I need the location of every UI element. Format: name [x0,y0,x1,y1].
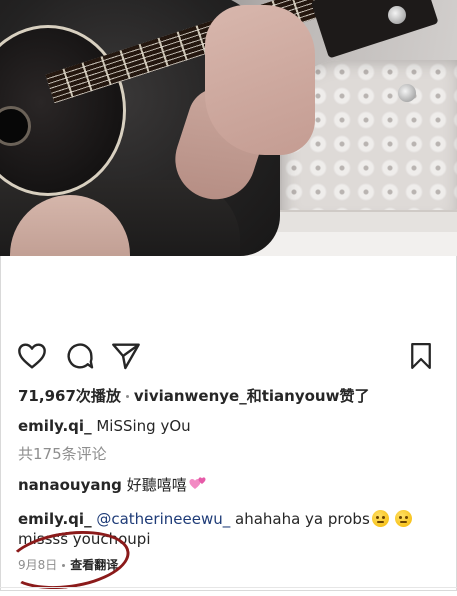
view-all-comments-link[interactable]: 共175条评论 [18,444,107,464]
two-hearts-emoji-icon [189,477,206,489]
post-video[interactable] [0,0,457,256]
likers-join-text: _和 [239,387,262,405]
comment-text: ahahaha ya probs [235,510,370,528]
guitar-soundhole [0,106,31,146]
caption-username[interactable]: emily.qi_ [18,417,92,435]
liker-link[interactable]: tianyouw [262,387,340,405]
liker-link[interactable]: vivianwenye [134,387,239,405]
comment-username[interactable]: emily.qi_ [18,510,92,528]
comment-text: 好聽嘻嘻 [126,476,187,494]
comment-icon[interactable] [64,340,96,372]
thinking-face-emoji-icon [371,510,389,527]
views-and-likes-line: 71,967次播放 vivianwenye_和tianyouw赞了 [18,386,369,406]
mention-link[interactable]: @catherineeewu_ [96,510,230,528]
likers-suffix: 赞了 [339,387,370,405]
comment-username[interactable]: nanaouyang [18,476,122,494]
divider [0,587,457,588]
comment: emily.qi_ @catherineeewu_ ahahaha ya pro… [18,509,412,529]
fretting-hand [205,5,315,155]
bookmark-icon[interactable] [406,340,436,372]
views-suffix: 次播放 [75,387,121,405]
caption-text: MiSSing yOu [96,417,191,435]
separator-dot [125,395,129,398]
tuning-peg [388,6,406,24]
heart-icon[interactable] [16,340,48,372]
caption: emily.qi_ MiSSing yOu [18,416,191,436]
views-count[interactable]: 71,967 [18,387,76,405]
send-icon[interactable] [110,340,142,372]
comment: nanaouyang 好聽嘻嘻 [18,475,207,495]
thinking-face-emoji-icon [394,510,412,527]
tuning-peg [398,84,416,102]
post-action-bar [0,340,457,380]
